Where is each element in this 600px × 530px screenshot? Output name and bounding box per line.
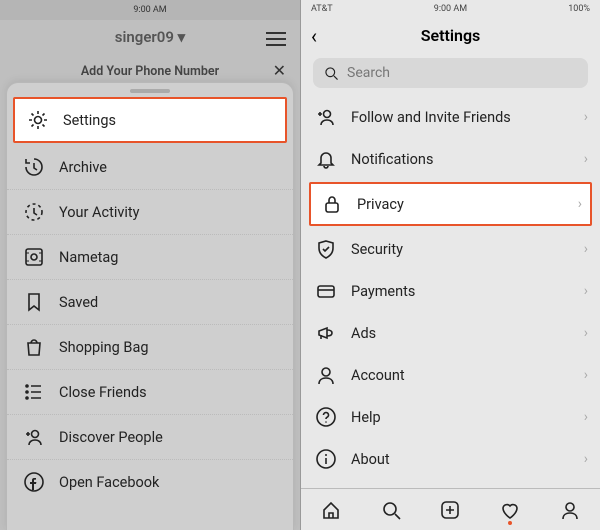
item-label: Account xyxy=(351,367,405,384)
settings-header: ‹ Settings xyxy=(301,18,600,52)
item-label: Privacy xyxy=(357,196,404,213)
item-label: Discover People xyxy=(59,429,163,446)
item-label: Saved xyxy=(59,294,98,311)
bottom-sheet: Settings Archive Your Activity Nametag Saved… xyxy=(6,82,294,530)
shield-icon xyxy=(315,238,337,260)
right-pane: AT&T 9:00 AM 100% ‹ Settings Search Foll… xyxy=(300,0,600,530)
chevron-right-icon: › xyxy=(584,325,588,341)
item-label: Follow and Invite Friends xyxy=(351,109,511,126)
list-icon xyxy=(23,381,45,403)
chevron-right-icon: › xyxy=(578,196,582,212)
menu-item-archive[interactable]: Archive xyxy=(7,145,293,190)
item-label: Close Friends xyxy=(59,384,147,401)
item-label: About xyxy=(351,451,390,468)
tab-profile[interactable] xyxy=(558,498,582,522)
tab-search[interactable] xyxy=(379,498,403,522)
phone-banner[interactable]: Add Your Phone Number xyxy=(0,64,300,79)
settings-item-privacy[interactable]: Privacy › xyxy=(309,182,592,226)
addperson-icon xyxy=(23,426,45,448)
chevron-right-icon: › xyxy=(584,409,588,425)
search-input[interactable]: Search xyxy=(313,58,588,88)
help-icon xyxy=(315,406,337,428)
search-placeholder: Search xyxy=(347,65,390,81)
info-icon xyxy=(315,448,337,470)
menu-item-your-activity[interactable]: Your Activity xyxy=(7,190,293,235)
card-icon xyxy=(315,280,337,302)
bell-icon xyxy=(315,148,337,170)
settings-item-ads[interactable]: Ads › xyxy=(301,312,600,354)
item-label: Payments xyxy=(351,283,415,300)
item-label: Settings xyxy=(63,112,116,129)
addperson-icon xyxy=(315,106,337,128)
menu-item-nametag[interactable]: Nametag xyxy=(7,235,293,280)
search-icon xyxy=(323,65,339,81)
item-label: Shopping Bag xyxy=(59,339,149,356)
item-label: Nametag xyxy=(59,249,118,266)
sheet-grabber[interactable] xyxy=(130,89,170,93)
activity-icon xyxy=(23,201,45,223)
menu-item-shopping-bag[interactable]: Shopping Bag xyxy=(7,325,293,370)
page-title: Settings xyxy=(421,26,481,45)
person-icon xyxy=(315,364,337,386)
settings-item-follow-and-invite-friends[interactable]: Follow and Invite Friends › xyxy=(301,96,600,138)
settings-item-account[interactable]: Account › xyxy=(301,354,600,396)
item-label: Archive xyxy=(59,159,107,176)
tab-bar xyxy=(301,488,600,530)
chevron-right-icon: › xyxy=(584,451,588,467)
bookmark-icon xyxy=(23,291,45,313)
chevron-right-icon: › xyxy=(584,241,588,257)
chevron-right-icon: › xyxy=(584,109,588,125)
profile-username[interactable]: singer09 ▾ xyxy=(0,28,300,46)
facebook-icon xyxy=(23,471,45,493)
settings-item-security[interactable]: Security › xyxy=(301,228,600,270)
settings-item-payments[interactable]: Payments › xyxy=(301,270,600,312)
archive-icon xyxy=(23,156,45,178)
menu-item-discover-people[interactable]: Discover People xyxy=(7,415,293,460)
chevron-right-icon: › xyxy=(584,151,588,167)
menu-item-settings[interactable]: Settings xyxy=(13,97,287,143)
gear-icon xyxy=(27,109,49,131)
lock-icon xyxy=(321,193,343,215)
nametag-icon xyxy=(23,246,45,268)
tab-add[interactable] xyxy=(438,498,462,522)
item-label: Ads xyxy=(351,325,376,342)
chevron-right-icon: › xyxy=(584,283,588,299)
megaphone-icon xyxy=(315,322,337,344)
settings-item-notifications[interactable]: Notifications › xyxy=(301,138,600,180)
item-label: Your Activity xyxy=(59,204,140,221)
menu-item-close-friends[interactable]: Close Friends xyxy=(7,370,293,415)
left-pane: 9:00 AM singer09 ▾ Add Your Phone Number… xyxy=(0,0,300,530)
bag-icon xyxy=(23,336,45,358)
item-label: Open Facebook xyxy=(59,474,159,491)
chevron-right-icon: › xyxy=(584,367,588,383)
item-label: Security xyxy=(351,241,403,258)
settings-item-about[interactable]: About › xyxy=(301,438,600,480)
settings-item-help[interactable]: Help › xyxy=(301,396,600,438)
tab-activity[interactable] xyxy=(498,498,522,522)
back-icon[interactable]: ‹ xyxy=(311,24,317,48)
menu-item-open-facebook[interactable]: Open Facebook xyxy=(7,460,293,504)
status-bar-left: 9:00 AM xyxy=(0,0,300,20)
hamburger-icon[interactable] xyxy=(266,28,286,50)
item-label: Notifications xyxy=(351,151,433,168)
item-label: Help xyxy=(351,409,381,426)
close-icon[interactable]: ✕ xyxy=(273,61,286,80)
tab-home[interactable] xyxy=(319,498,343,522)
status-bar-right: AT&T 9:00 AM 100% xyxy=(301,0,600,18)
menu-item-saved[interactable]: Saved xyxy=(7,280,293,325)
